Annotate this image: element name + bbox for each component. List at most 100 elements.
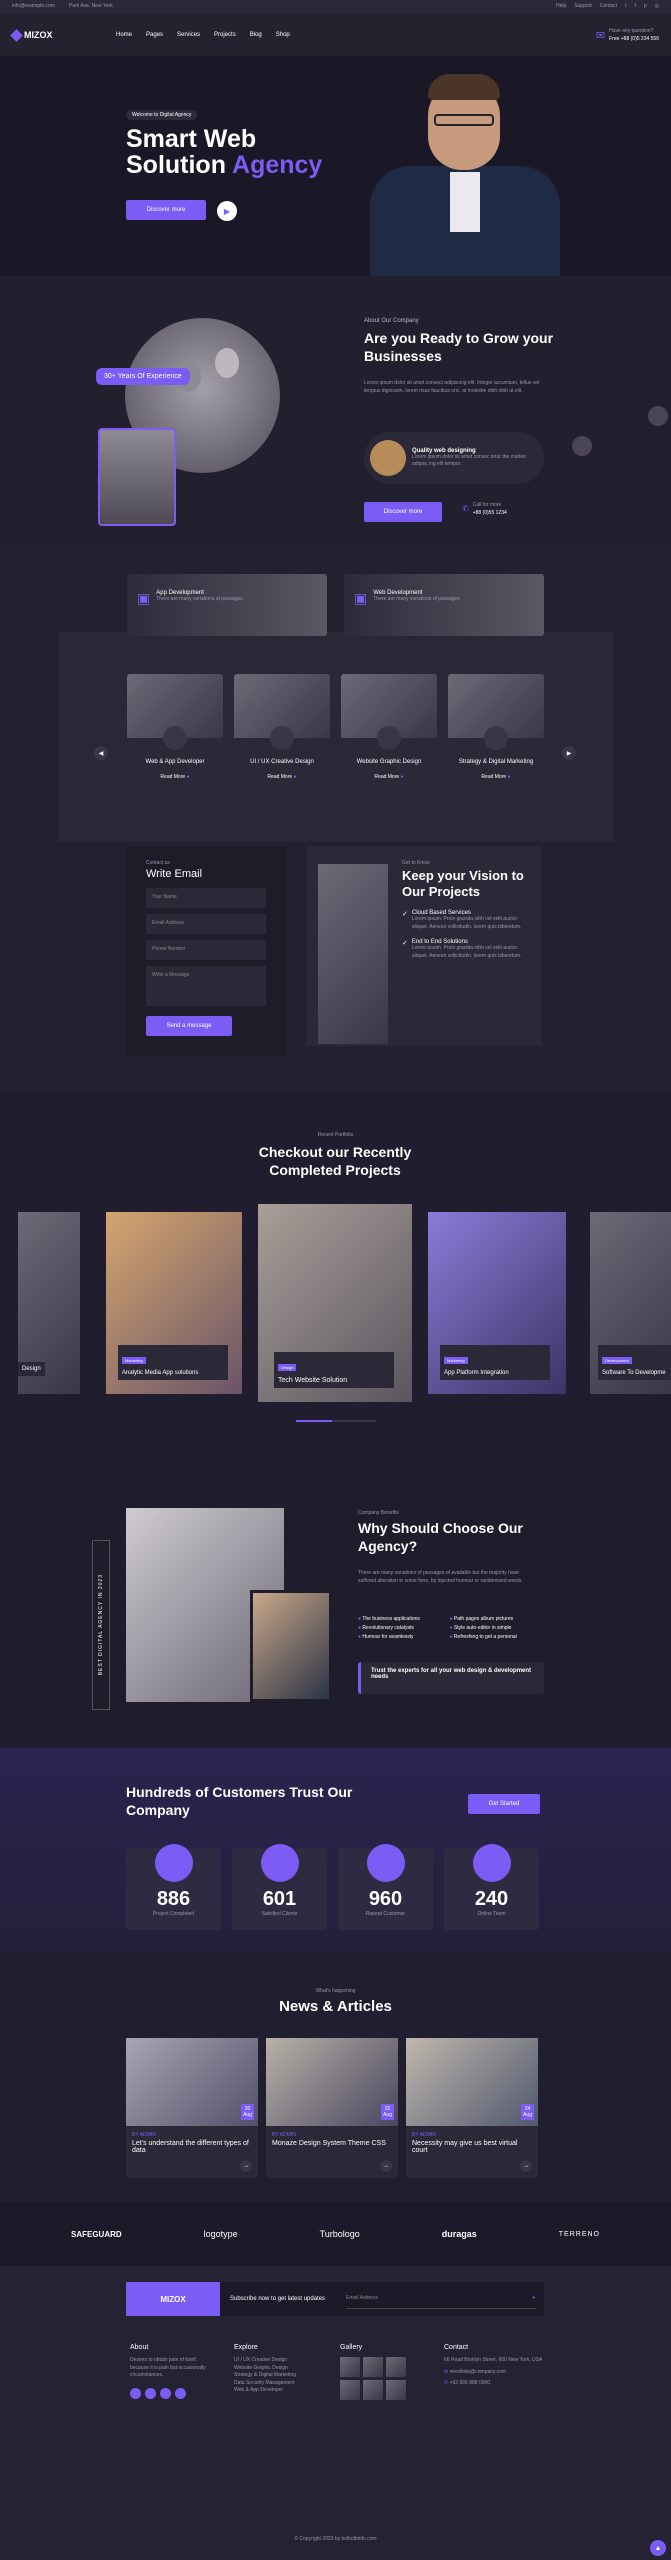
stats-section: Hundreds of Customers Trust Our Company … bbox=[0, 1748, 671, 1952]
vertical-label: BEST DIGITAL AGENCY IN 2023 bbox=[92, 1540, 110, 1710]
slider-dots[interactable] bbox=[296, 1420, 376, 1422]
footer-gallery[interactable] bbox=[340, 2357, 420, 2400]
nav-shop[interactable]: Shop bbox=[276, 32, 290, 38]
call-info[interactable]: ✆ Call for more +88 (0)55 1234 bbox=[462, 502, 507, 516]
news-section: What's happening News & Articles 20 Aug B… bbox=[0, 1952, 671, 2202]
why-title: Why Should Choose Our Agency? bbox=[358, 1520, 523, 1554]
why-text: There are many variations of passages of… bbox=[358, 1570, 523, 1584]
portfolio-item[interactable]: Development Software To Developme bbox=[590, 1212, 671, 1394]
topbar-address: Park Ave, New York bbox=[68, 3, 113, 10]
about-small-image bbox=[98, 428, 176, 526]
why-list: ● The business applications ● Path pages… bbox=[358, 1616, 517, 1640]
play-video-button[interactable]: ▶ bbox=[217, 201, 237, 221]
contact-title: Write Email bbox=[146, 867, 203, 880]
twitter-icon[interactable]: t bbox=[625, 3, 626, 11]
service-icon bbox=[270, 726, 294, 750]
nav-projects[interactable]: Projects bbox=[214, 32, 236, 38]
instagram-icon[interactable]: ◎ bbox=[655, 3, 659, 11]
navbar: MIZOX Home Pages Services Projects Blog … bbox=[0, 14, 671, 56]
contact-form: Contact us Write Email Your Name Email A… bbox=[126, 846, 286, 1056]
facebook-icon[interactable] bbox=[145, 2387, 156, 2399]
team-icon bbox=[472, 1844, 511, 1882]
subscribe-bar: MIZOX Subscribe now to get latest update… bbox=[126, 2282, 544, 2316]
get-started-button[interactable]: Get Started bbox=[468, 1794, 540, 1814]
footer-link[interactable]: Data Security Management bbox=[234, 2380, 324, 2388]
services-section: ▣ App Development There are many variatio… bbox=[0, 546, 671, 846]
portfolio-item[interactable]: Design bbox=[18, 1212, 80, 1394]
discover-more-button[interactable]: Discover more bbox=[126, 200, 206, 220]
news-subtitle: What's happening bbox=[315, 1988, 356, 1994]
email-input[interactable]: Email Address bbox=[146, 913, 266, 934]
footer-link[interactable]: UI / UX Creative Design bbox=[234, 2357, 324, 2365]
message-input[interactable]: Write a Message bbox=[146, 965, 266, 1006]
footer-logo[interactable]: MIZOX bbox=[126, 2282, 220, 2316]
arrow-button[interactable]: → bbox=[520, 2160, 532, 2172]
topbar-email[interactable]: info@example.com bbox=[12, 3, 55, 11]
twitter-icon[interactable] bbox=[130, 2387, 141, 2399]
brands-strip: SAFEGUARD logotype Turbologo duragas TER… bbox=[0, 2202, 671, 2266]
portfolio-item[interactable]: Marketing Analytic Media App solutions bbox=[106, 1212, 242, 1394]
chat-icon: ✉ bbox=[595, 29, 606, 42]
send-icon[interactable]: ➤ bbox=[532, 2295, 536, 2302]
topbar-link[interactable]: Help bbox=[556, 3, 566, 11]
phone-input[interactable]: Phone Number bbox=[146, 939, 266, 960]
portfolio-item-active[interactable]: Design Tech Website Solution bbox=[258, 1204, 412, 1402]
about-subtitle: About Our Company bbox=[364, 318, 419, 324]
read-more-link[interactable]: Read More ● bbox=[448, 774, 544, 780]
read-more-link[interactable]: Read More ● bbox=[127, 774, 223, 780]
topbar-link[interactable]: Contact bbox=[600, 3, 617, 11]
stat-card: 240 Online Team bbox=[444, 1844, 539, 1930]
stat-card: 960 Repeat Customer bbox=[338, 1844, 433, 1930]
about-text: Lorem ipsum dolor sit amet consect adipi… bbox=[364, 380, 540, 394]
logo[interactable]: MIZOX bbox=[10, 28, 72, 42]
clients-icon bbox=[260, 1844, 299, 1882]
service-card[interactable]: Web & App Developer Read More ● bbox=[127, 674, 223, 814]
stat-card: 601 Satisfied Clients bbox=[232, 1844, 327, 1930]
send-message-button[interactable]: Send a message bbox=[146, 1015, 232, 1036]
why-note: Trust the experts for all your web desig… bbox=[358, 1662, 544, 1694]
pinterest-icon[interactable]: p bbox=[644, 3, 647, 11]
read-more-link[interactable]: Read More ● bbox=[341, 774, 437, 780]
instagram-icon[interactable] bbox=[175, 2387, 186, 2399]
footer-link[interactable]: Strategy & Digital Marketing bbox=[234, 2372, 324, 2380]
brand-logo: duragas bbox=[441, 2229, 477, 2239]
news-title: News & Articles bbox=[279, 1998, 392, 2015]
contact-section: Contact us Write Email Your Name Email A… bbox=[0, 846, 671, 1090]
subscribe-text: Subscribe now to get latest updates bbox=[230, 2296, 326, 2302]
newsletter-email-input[interactable]: Email Address ➤ bbox=[346, 2289, 536, 2309]
about-discover-button[interactable]: Discover more bbox=[364, 502, 442, 522]
service-card[interactable]: UI / UX Creative Design Read More ● bbox=[234, 674, 330, 814]
why-image-small bbox=[250, 1590, 332, 1702]
pinterest-icon[interactable] bbox=[160, 2387, 171, 2399]
service-top-card[interactable]: ▣ Web Development There are many variatio… bbox=[344, 574, 544, 636]
name-input[interactable]: Your Name bbox=[146, 887, 266, 908]
news-card[interactable]: 20 Aug BY ADMIN Let's understand the diffe… bbox=[126, 2038, 258, 2178]
nav-services[interactable]: Services bbox=[177, 32, 200, 38]
hero-tag: Welcome to Digital Agency bbox=[126, 110, 198, 120]
arrow-button[interactable]: → bbox=[380, 2160, 392, 2172]
hero-person-image bbox=[370, 74, 560, 276]
nav-pages[interactable]: Pages bbox=[146, 32, 163, 38]
footer-link[interactable]: Web & App Developer bbox=[234, 2387, 324, 2395]
news-card[interactable]: 24 Aug BY ADMIN Necessity may give us best… bbox=[406, 2038, 538, 2178]
feature-card: Quality web designing Lorem ipsum dolor … bbox=[364, 432, 544, 484]
services-prev-arrow[interactable]: ◀ bbox=[94, 746, 108, 760]
service-top-card[interactable]: ▣ App Development There are many variatio… bbox=[127, 574, 327, 636]
portfolio-item[interactable]: Marketing App Platform Integration bbox=[428, 1212, 566, 1394]
nav-home[interactable]: Home bbox=[116, 32, 132, 38]
nav-blog[interactable]: Blog bbox=[250, 32, 262, 38]
vision-card: Get to Know Keep your Vision to Our Proj… bbox=[306, 846, 542, 1046]
arrow-button[interactable]: → bbox=[240, 2160, 252, 2172]
read-more-link[interactable]: Read More ● bbox=[234, 774, 330, 780]
service-card[interactable]: Website Graphic Design Read More ● bbox=[341, 674, 437, 814]
about-section: 30+ Years Of Experience About Our Compan… bbox=[0, 276, 671, 546]
facebook-icon[interactable]: f bbox=[634, 3, 635, 11]
services-next-arrow[interactable]: ▶ bbox=[562, 746, 576, 760]
service-card[interactable]: Strategy & Digital Marketing Read More ● bbox=[448, 674, 544, 814]
footer-link[interactable]: Website Graphic Design bbox=[234, 2365, 324, 2373]
news-card[interactable]: 22 Aug BY ADMIN Monaze Design System Theme… bbox=[266, 2038, 398, 2178]
service-icon bbox=[377, 726, 401, 750]
scroll-top-button[interactable]: ▲ bbox=[650, 2540, 666, 2556]
topbar-link[interactable]: Support bbox=[574, 3, 592, 11]
why-section: BEST DIGITAL AGENCY IN 2023 Company Bene… bbox=[0, 1470, 671, 1748]
